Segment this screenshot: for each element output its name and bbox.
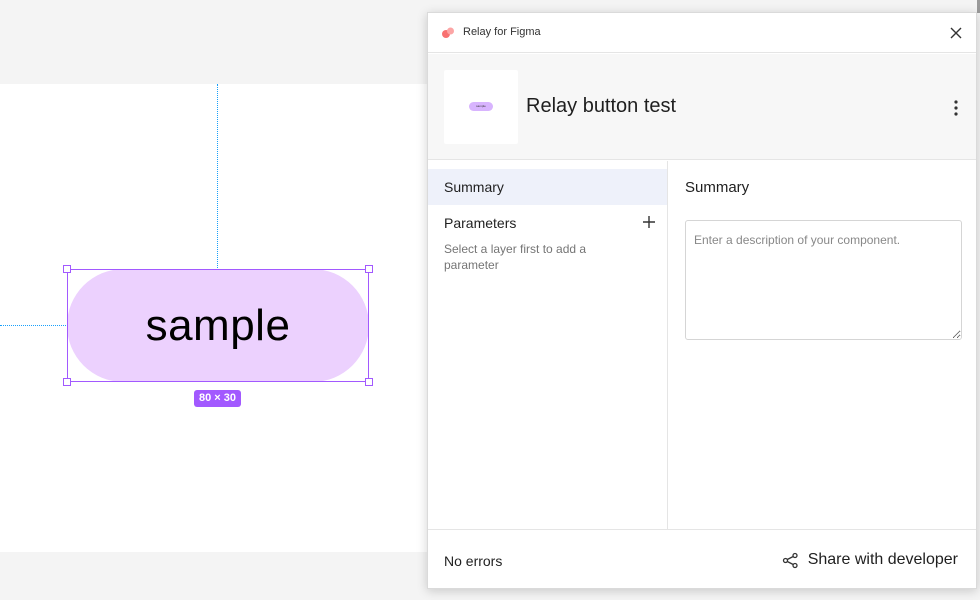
measure-guide-vertical bbox=[217, 84, 218, 268]
component-title: Relay button test bbox=[526, 95, 677, 117]
plugin-footer: No errors Share with developer bbox=[428, 529, 976, 589]
measure-guide-horizontal bbox=[0, 325, 66, 326]
component-header: sample Relay button test bbox=[428, 54, 976, 160]
error-status: No errors bbox=[444, 553, 503, 569]
size-badge: 80 × 30 bbox=[194, 390, 242, 407]
summary-heading: Summary bbox=[685, 179, 750, 196]
sample-button-component[interactable]: sample bbox=[67, 269, 369, 382]
plus-icon[interactable] bbox=[641, 214, 657, 230]
relay-plugin-panel: Relay for Figma sample Relay button test… bbox=[427, 12, 977, 589]
plugin-titlebar: Relay for Figma bbox=[428, 13, 976, 53]
summary-pane: Summary bbox=[669, 161, 976, 529]
sidebar-item-summary[interactable]: Summary bbox=[428, 169, 667, 205]
sample-button-text: sample bbox=[145, 300, 291, 350]
parameters-label: Parameters bbox=[444, 215, 517, 231]
more-vertical-icon[interactable] bbox=[946, 96, 966, 120]
relay-logo-icon bbox=[442, 27, 454, 38]
close-icon[interactable] bbox=[948, 25, 964, 41]
share-with-developer-button[interactable]: Share with developer bbox=[782, 548, 958, 572]
description-field[interactable] bbox=[685, 220, 962, 340]
share-icon bbox=[782, 552, 798, 568]
thumbnail-pill: sample bbox=[469, 102, 493, 111]
share-button-label: Share with developer bbox=[807, 551, 958, 568]
parameters-hint: Select a layer first to add a parameter bbox=[444, 242, 587, 272]
component-thumbnail: sample bbox=[444, 70, 518, 144]
sidebar: Summary Parameters Select a layer first … bbox=[428, 161, 668, 529]
plugin-title: Relay for Figma bbox=[463, 26, 541, 38]
